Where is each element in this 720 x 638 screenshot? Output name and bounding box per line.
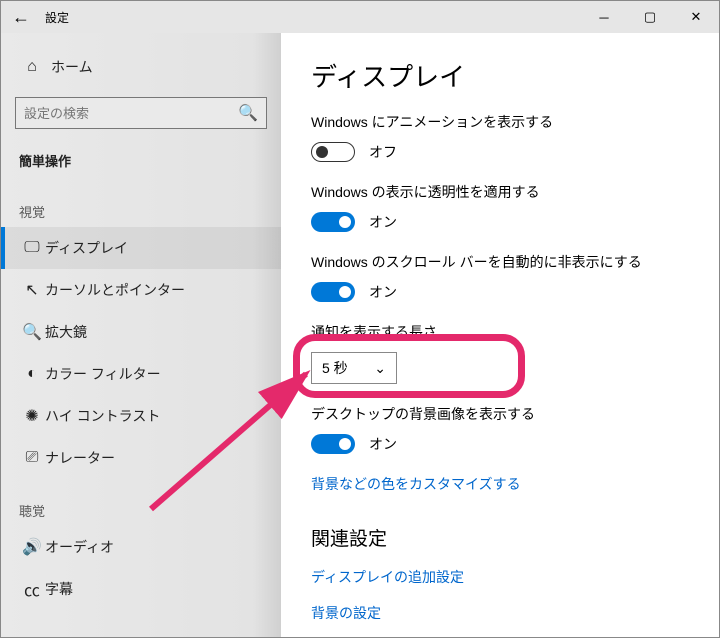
setting-label: Windows のスクロール バーを自動的に非表示にする [311,252,719,272]
desktop-bg-toggle[interactable] [311,434,355,454]
page-title: ディスプレイ [311,57,719,94]
nav-label: 拡大鏡 [45,322,87,342]
setting-scrollbar: Windows のスクロール バーを自動的に非表示にする オン [311,252,719,302]
nav-label: ディスプレイ [45,238,128,258]
setting-label: デスクトップの背景画像を表示する [311,404,719,424]
window-title: 設定 [41,9,69,26]
audio-icon: 🔊 [19,537,45,557]
customize-colors-link[interactable]: 背景などの色をカスタマイズする [311,474,719,494]
nav-label: オーディオ [45,537,114,557]
nav-label: ハイ コントラスト [45,406,160,426]
transparency-toggle[interactable] [311,212,355,232]
magnifier-icon: 🔍 [19,322,45,342]
home-button[interactable]: ⌂ ホーム [1,47,281,87]
home-label: ホーム [45,57,93,77]
home-icon: ⌂ [19,58,45,76]
related-heading: 関連設定 [311,524,719,551]
cursor-icon: ↖ [19,280,45,300]
back-button[interactable]: ← [1,1,41,33]
close-button[interactable]: ✕ [673,1,719,33]
group-vision-label: 視覚 [1,180,281,227]
search-icon: 🔍 [238,103,258,123]
display-icon: 🖵 [19,239,45,257]
color-filter-icon: ◐ [19,365,45,383]
high-contrast-icon: ✺ [19,406,45,426]
nav-cursor[interactable]: ↖ カーソルとポインター [1,269,281,311]
toggle-state: オン [369,282,397,302]
search-input[interactable] [24,106,238,121]
nav-audio[interactable]: 🔊 オーディオ [1,526,281,568]
scrollbar-toggle[interactable] [311,282,355,302]
nav-display[interactable]: 🖵 ディスプレイ [1,227,281,269]
narrator-icon: ⎚ [19,449,45,467]
toggle-state: オン [369,434,397,454]
related-background-link[interactable]: 背景の設定 [311,603,719,623]
setting-desktop-bg: デスクトップの背景画像を表示する オン [311,404,719,454]
annotation-highlight [293,334,525,398]
minimize-button[interactable]: ─ [581,1,627,33]
setting-label: Windows にアニメーションを表示する [311,112,719,132]
nav-color-filter[interactable]: ◐ カラー フィルター [1,353,281,395]
group-hearing-label: 聴覚 [1,479,281,526]
related-display-link[interactable]: ディスプレイの追加設定 [311,567,719,587]
nav-label: カラー フィルター [45,364,161,384]
nav-label: ナレーター [45,448,115,468]
captions-icon: ㏄ [19,577,45,601]
nav-captions[interactable]: ㏄ 字幕 [1,568,281,610]
toggle-state: オン [369,212,397,232]
nav-high-contrast[interactable]: ✺ ハイ コントラスト [1,395,281,437]
setting-transparency: Windows の表示に透明性を適用する オン [311,182,719,232]
nav-label: カーソルとポインター [45,280,185,300]
search-box[interactable]: 🔍 [15,97,267,129]
nav-label: 字幕 [45,579,73,599]
title-bar: ← 設定 ─ ▢ ✕ [1,1,719,33]
maximize-button[interactable]: ▢ [627,1,673,33]
toggle-state: オフ [369,142,397,162]
animations-toggle[interactable] [311,142,355,162]
setting-animations: Windows にアニメーションを表示する オフ [311,112,719,162]
nav-magnifier[interactable]: 🔍 拡大鏡 [1,311,281,353]
sidebar: ⌂ ホーム 🔍 簡単操作 視覚 🖵 ディスプレイ ↖ カーソルとポインター 🔍 … [1,33,281,637]
setting-label: Windows の表示に透明性を適用する [311,182,719,202]
section-header: 簡単操作 [1,143,281,180]
nav-narrator[interactable]: ⎚ ナレーター [1,437,281,479]
